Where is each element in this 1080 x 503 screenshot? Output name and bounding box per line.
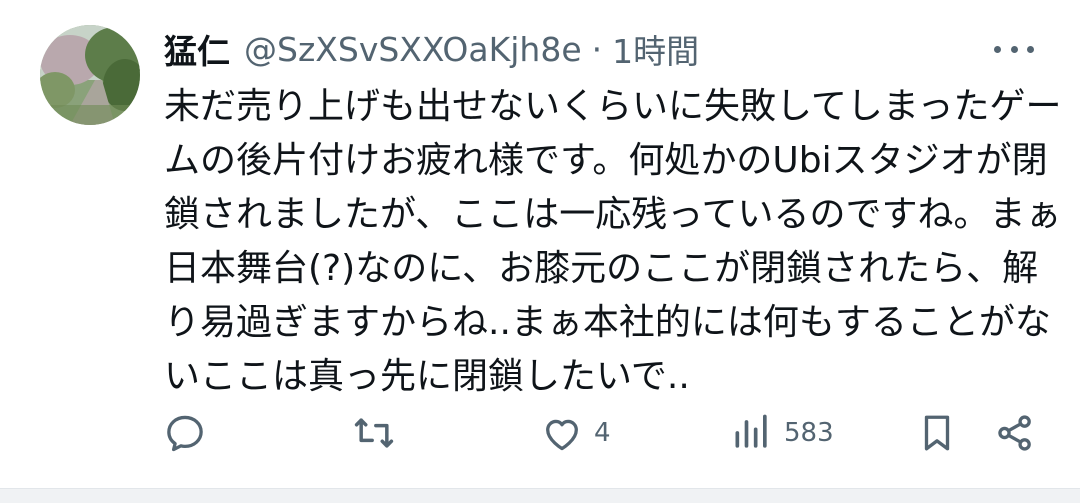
post-text-line: ムの後片付けお疲れ様です。何処かのUbiスタジオが閉: [164, 140, 1048, 181]
action-bar: 4 583: [0, 408, 1080, 458]
repost-button[interactable]: [351, 408, 407, 458]
share-button[interactable]: [994, 408, 1036, 458]
more-dot: [1027, 45, 1034, 53]
post-text-line: 鎖されましたが、ここは一応残っているのですね。まぁ: [164, 194, 1062, 235]
tweet[interactable]: 猛仁 @SzXSvSXXOaKjh8e · 1時間 未だ売り上げも出せないくらい…: [0, 0, 1080, 503]
share-icon: [998, 415, 1031, 451]
tweet-divider: [0, 488, 1080, 503]
avatar[interactable]: [40, 25, 140, 125]
post-timestamp[interactable]: 1時間: [612, 25, 699, 73]
post-text: 未だ売り上げも出せないくらいに失敗してしまったゲー ムの後片付けお疲れ様です。何…: [164, 80, 1062, 404]
post-text-line: 未だ売り上げも出せないくらいに失敗してしまったゲー: [164, 86, 1062, 127]
more-options-button[interactable]: [994, 36, 1034, 62]
views-button[interactable]: 583: [730, 408, 834, 458]
tweet-header: 猛仁 @SzXSvSXXOaKjh8e · 1時間: [164, 24, 970, 74]
like-count: 4: [594, 418, 611, 448]
post-text-line: り易過ぎますからね..まぁ本社的には何もすることがな: [164, 302, 1051, 343]
bookmark-button[interactable]: [916, 408, 958, 458]
post-text-line: いここは真っ先に閉鎖したいで..: [164, 356, 690, 397]
like-button[interactable]: 4: [540, 408, 611, 458]
avatar-photo: [40, 25, 140, 125]
reply-icon: [167, 415, 203, 452]
more-dot: [1010, 45, 1018, 53]
author-handle[interactable]: @SzXSvSXXOaKjh8e: [244, 30, 582, 69]
heart-icon: [546, 419, 578, 451]
reply-button[interactable]: [163, 408, 217, 458]
bookmark-icon: [924, 415, 950, 451]
views-count: 583: [784, 418, 834, 448]
post-text-line: 日本舞台(?)なのに、お膝元のここが閉鎖されたら、解: [164, 248, 1039, 289]
more-dots-icon: [994, 45, 1001, 53]
header-separator: ·: [591, 29, 603, 69]
author-display-name[interactable]: 猛仁: [164, 25, 230, 73]
repost-icon: [354, 418, 394, 448]
views-icon: [735, 414, 767, 448]
